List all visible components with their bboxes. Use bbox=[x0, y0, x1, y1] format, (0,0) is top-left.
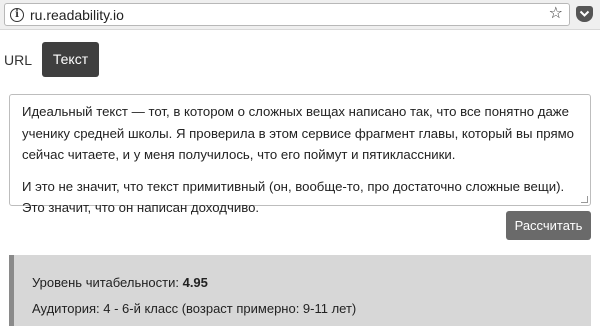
text-paragraph-1: Идеальный текст — тот, в котором о сложн… bbox=[22, 104, 574, 162]
result-panel: Уровень читабельности: 4.95 Аудитория: 4… bbox=[9, 255, 591, 326]
url-text[interactable]: ru.readability.io bbox=[30, 7, 124, 23]
info-icon[interactable]: i bbox=[10, 8, 24, 22]
readability-value: 4.95 bbox=[182, 275, 208, 290]
audience-result: Аудитория: 4 - 6-й класс (возраст пример… bbox=[32, 301, 357, 316]
text-mode-tab[interactable]: Текст bbox=[42, 42, 99, 77]
resize-handle[interactable] bbox=[581, 196, 588, 203]
readability-result: Уровень читабельности: 4.95 bbox=[32, 275, 208, 290]
pocket-icon[interactable] bbox=[576, 6, 593, 22]
input-mode-switch: URL Текст bbox=[0, 40, 600, 78]
star-icon[interactable]: ☆ bbox=[549, 5, 563, 23]
url-mode-tab[interactable]: URL bbox=[4, 52, 32, 68]
text-paragraph-2: И это не значит, что текст примитивный (… bbox=[22, 178, 565, 216]
readability-label: Уровень читабельности: bbox=[32, 275, 179, 290]
address-bar[interactable]: i ru.readability.io ☆ bbox=[4, 3, 570, 26]
browser-toolbar: i ru.readability.io ☆ bbox=[0, 0, 600, 30]
calculate-button[interactable]: Рассчитать bbox=[506, 211, 591, 240]
text-input-area[interactable]: Идеальный текст — тот, в котором о сложн… bbox=[9, 94, 591, 215]
